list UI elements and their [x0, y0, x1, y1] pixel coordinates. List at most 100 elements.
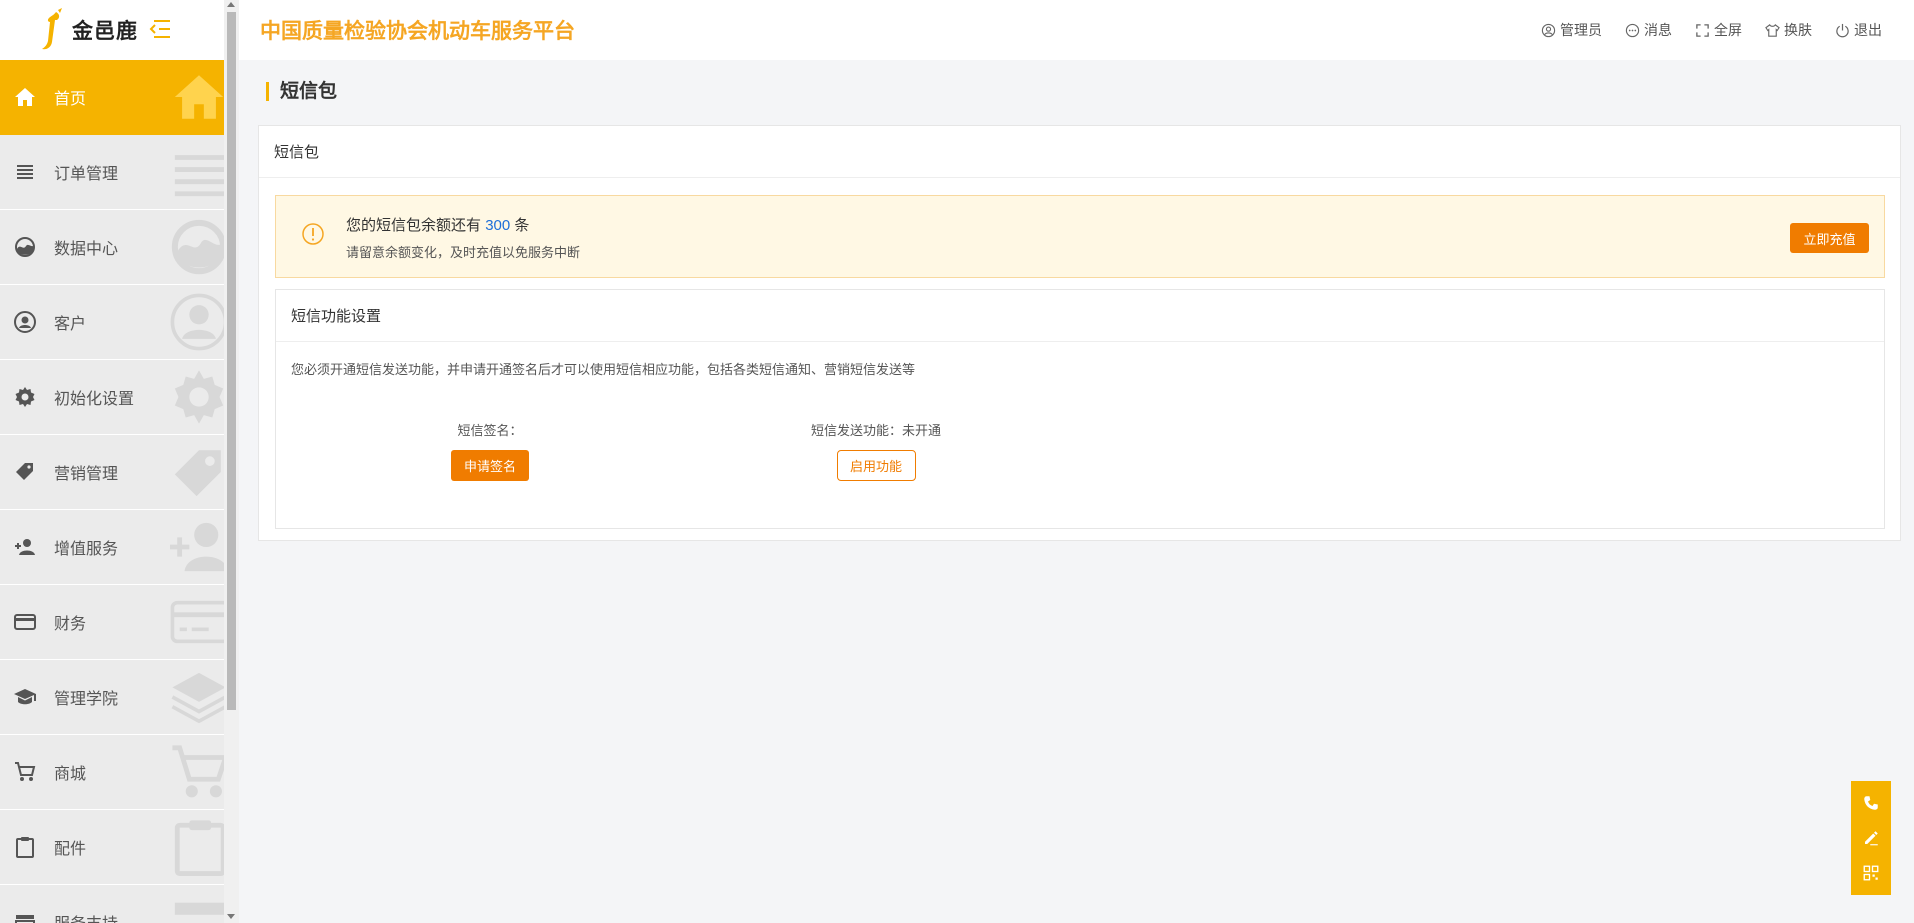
person-watermark-icon [170, 293, 224, 351]
sidebar-item-label: 财务 [54, 616, 87, 633]
clipboard-icon [12, 834, 38, 860]
card-watermark-icon [170, 600, 224, 644]
warning-icon [302, 223, 324, 245]
sidebar-item-label: 配件 [54, 841, 87, 858]
sms-settings-card: 短信功能设置 您必须开通短信发送功能，并申请开通签名后才可以使用短信相应功能，包… [275, 289, 1885, 529]
brand-logo[interactable]: 金邑鹿 [38, 8, 138, 52]
card-icon [12, 609, 38, 635]
admin-label: 管理员 [1560, 22, 1602, 38]
recharge-button[interactable]: 立即充值 [1790, 223, 1869, 253]
sidebar: 金邑鹿 首页 订单管理 数据中心 客户 初始化设置 营销管理 增值服务 财务 管… [0, 0, 224, 923]
header-tools: 管理员 消息 全屏 换肤 退出 [1518, 20, 1882, 40]
sidebar-item-label: 营销管理 [54, 466, 119, 483]
signature-label: 短信签名： [457, 423, 523, 438]
messages-button[interactable]: 消息 [1625, 20, 1672, 40]
clipboard-watermark-icon [174, 820, 224, 876]
messages-label: 消息 [1644, 22, 1672, 38]
phone-icon[interactable] [1862, 794, 1880, 812]
scroll-down-arrow-icon[interactable] [227, 914, 235, 919]
send-function-status: 短信发送功能：未开通 [810, 423, 941, 438]
sidebar-item-label: 商城 [54, 766, 87, 783]
sidebar-item-mall[interactable]: 商城 [0, 735, 224, 810]
sidebar-item-parts[interactable]: 配件 [0, 810, 224, 885]
list-watermark-icon [174, 155, 224, 197]
sidebar-item-data-center[interactable]: 数据中心 [0, 210, 224, 285]
user-circle-icon [1541, 23, 1556, 37]
fullscreen-icon [1696, 23, 1709, 37]
sidebar-item-label: 数据中心 [54, 241, 119, 258]
sidebar-item-home[interactable]: 首页 [0, 60, 224, 135]
floating-toolbar [1851, 781, 1891, 895]
add-user-watermark-icon [170, 522, 224, 572]
send-function-section: 短信发送功能：未开通 启用功能 [796, 420, 956, 481]
sms-package-card: 短信包 您的短信包余额还有 300 条 请留意余额变化，及时充值以免服务中断 立… [258, 125, 1901, 541]
sidebar-item-label: 首页 [54, 91, 87, 108]
platform-title: 中国质量检验协会机动车服务平台 [260, 20, 575, 43]
list-icon [12, 159, 38, 185]
menu-collapse-icon[interactable] [148, 18, 172, 40]
settings-description: 您必须开通短信发送功能，并申请开通签名后才可以使用短信相应功能，包括各类短信通知… [291, 362, 916, 377]
sidebar-item-marketing[interactable]: 营销管理 [0, 435, 224, 510]
balance-note: 请留意余额变化，及时充值以免服务中断 [346, 245, 581, 260]
sidebar-item-init-settings[interactable]: 初始化设置 [0, 360, 224, 435]
sidebar-item-value-added[interactable]: 增值服务 [0, 510, 224, 585]
edit-icon[interactable] [1862, 829, 1880, 847]
sidebar-item-label: 初始化设置 [54, 391, 135, 408]
logout-button[interactable]: 退出 [1835, 20, 1882, 40]
sidebar-item-label: 增值服务 [54, 541, 119, 558]
card-title: 短信包 [259, 126, 1900, 178]
signature-section: 短信签名： 申请签名 [450, 420, 530, 481]
skin-label: 换肤 [1784, 22, 1812, 38]
home-watermark-icon [174, 75, 224, 119]
tag-icon [12, 459, 38, 485]
cart-icon [12, 759, 38, 785]
chart-icon [12, 234, 38, 260]
gear-icon [12, 384, 38, 410]
sidebar-item-finance[interactable]: 财务 [0, 585, 224, 660]
fullscreen-label: 全屏 [1714, 22, 1742, 38]
top-header: 中国质量检验协会机动车服务平台 管理员 消息 全屏 换肤 退出 [239, 0, 1914, 60]
home-icon [12, 84, 38, 110]
skin-button[interactable]: 换肤 [1765, 20, 1812, 40]
balance-count: 300 [485, 217, 511, 234]
sidebar-item-support[interactable]: 服务支持 [0, 885, 224, 923]
sidebar-item-customers[interactable]: 客户 [0, 285, 224, 360]
add-user-icon [12, 534, 38, 560]
person-icon [12, 309, 38, 335]
cart-watermark-icon [172, 745, 224, 798]
logout-label: 退出 [1854, 22, 1882, 38]
sidebar-item-label: 服务支持 [54, 910, 118, 923]
shirt-icon [1765, 23, 1780, 37]
enable-function-button[interactable]: 启用功能 [836, 450, 916, 481]
scroll-up-arrow-icon[interactable] [227, 2, 235, 7]
admin-menu[interactable]: 管理员 [1541, 20, 1602, 40]
balance-prefix: 您的短信包余额还有 [346, 217, 482, 234]
sidebar-item-orders[interactable]: 订单管理 [0, 135, 224, 210]
message-icon [1625, 23, 1640, 37]
main-content: 短信包 短信包 您的短信包余额还有 300 条 请留意余额变化，及时充值以免服务… [239, 60, 1914, 923]
brand: 金邑鹿 [0, 0, 224, 60]
settings-title: 短信功能设置 [276, 290, 1884, 342]
page-title: 短信包 [266, 82, 337, 101]
gear-watermark-icon [174, 370, 224, 424]
sidebar-item-label: 客户 [54, 316, 87, 333]
sidebar-item-label: 管理学院 [54, 691, 119, 708]
graduation-icon [12, 684, 38, 710]
deer-logo-icon [42, 8, 62, 50]
support-watermark-icon [174, 902, 224, 915]
layers-watermark-icon [171, 672, 224, 724]
balance-alert: 您的短信包余额还有 300 条 请留意余额变化，及时充值以免服务中断 立即充值 [275, 195, 1885, 278]
apply-signature-button[interactable]: 申请签名 [451, 450, 529, 481]
support-icon [12, 909, 38, 923]
balance-text: 您的短信包余额还有 300 条 [346, 214, 529, 235]
scrollbar-thumb[interactable] [227, 12, 236, 710]
balance-suffix: 条 [514, 217, 530, 234]
sidebar-item-label: 订单管理 [54, 166, 119, 183]
chart-watermark-icon [171, 219, 224, 275]
sidebar-scrollbar[interactable] [224, 0, 239, 923]
tag-watermark-icon [174, 450, 221, 497]
sidebar-item-academy[interactable]: 管理学院 [0, 660, 224, 735]
qrcode-icon[interactable] [1862, 864, 1880, 882]
power-icon [1836, 23, 1849, 37]
fullscreen-button[interactable]: 全屏 [1695, 20, 1742, 40]
